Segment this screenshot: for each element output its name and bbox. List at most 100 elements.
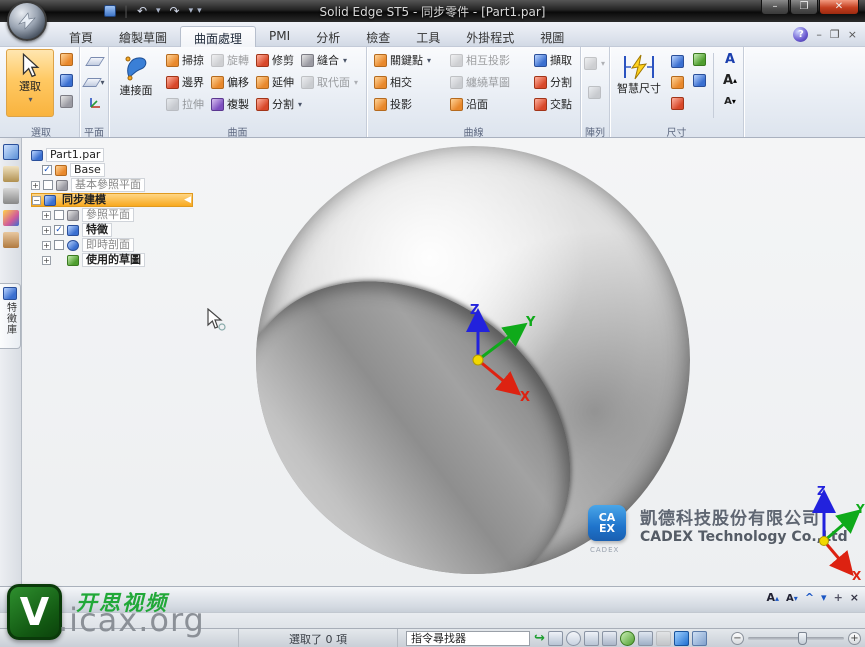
tree-item-features[interactable]: + ✓ 特徵: [42, 223, 193, 237]
dimension-style-button[interactable]: A: [720, 49, 740, 69]
fit-icon[interactable]: [583, 631, 599, 646]
zoom-out-icon[interactable]: −: [731, 632, 744, 645]
pickup-curve-button[interactable]: 擷取: [532, 51, 577, 69]
grow-prompt-text-button[interactable]: A▴: [767, 591, 780, 604]
zoom-icon[interactable]: [565, 631, 581, 646]
tab-inspect[interactable]: 分析: [303, 26, 353, 47]
tree-item-ref-planes[interactable]: + 參照平面: [42, 208, 193, 222]
select-tool-button[interactable]: 選取 ▾: [6, 49, 54, 117]
command-finder-input[interactable]: 指令尋找器: [406, 631, 530, 646]
symmetric-diameter-button[interactable]: [667, 93, 687, 113]
expand-icon[interactable]: +: [42, 210, 51, 220]
minimize-button[interactable]: –: [761, 0, 789, 15]
restore-button[interactable]: ❐: [790, 0, 818, 15]
more-planes-button[interactable]: ▾: [82, 72, 105, 92]
smart-dimension-button[interactable]: 智慧尺寸: [613, 49, 665, 117]
expand-icon[interactable]: +: [42, 225, 51, 235]
zoom-in-icon[interactable]: +: [848, 632, 861, 645]
ref-planes-checkbox[interactable]: [54, 210, 64, 220]
pan-icon[interactable]: [601, 631, 617, 646]
zoom-slider-track[interactable]: [748, 632, 844, 645]
zoom-slider-thumb[interactable]: [797, 632, 807, 645]
image-panel-icon[interactable]: [2, 210, 19, 226]
curve-on-face-button[interactable]: 沿面: [448, 95, 532, 113]
feature-library-tab[interactable]: 特徵庫: [0, 283, 21, 349]
split-surface-button[interactable]: 分割 ▾: [254, 95, 307, 113]
surfaces-panel-icon[interactable]: [2, 144, 19, 160]
tab-surfacing[interactable]: 曲面處理: [180, 26, 257, 47]
cross-curve-button[interactable]: 相互投影: [448, 51, 532, 69]
tree-item-base[interactable]: ✓ Base: [42, 163, 193, 177]
sweep-button[interactable]: 掃掠: [164, 51, 209, 69]
shrink-prompt-text-button[interactable]: A▾: [786, 591, 798, 604]
help-icon[interactable]: ?: [793, 27, 809, 42]
coordinate-system-button[interactable]: [85, 93, 105, 113]
tab-check[interactable]: 檢查: [353, 26, 403, 47]
wrap-sketch-button[interactable]: 纏繞草圖: [448, 73, 532, 91]
camera-panel-icon[interactable]: [2, 188, 19, 204]
tab-pmi[interactable]: PMI: [256, 26, 303, 47]
intersection-curve-button[interactable]: 相交: [372, 73, 448, 91]
base-ref-planes-checkbox[interactable]: [43, 180, 53, 190]
expand-icon[interactable]: +: [42, 240, 51, 250]
zoom-area-icon[interactable]: [547, 631, 563, 646]
view-overrides-icon[interactable]: [691, 631, 707, 646]
live-sections-checkbox[interactable]: [54, 240, 64, 250]
close-button[interactable]: ✕: [819, 0, 859, 15]
doc-minimize-button[interactable]: –: [816, 28, 822, 41]
select-filter-button[interactable]: [56, 70, 76, 90]
expand-icon[interactable]: +: [42, 255, 51, 265]
tree-item-synchronous[interactable]: − 同步建模 ◀: [31, 193, 193, 207]
distance-between-button[interactable]: [667, 51, 687, 71]
collapse-icon[interactable]: −: [32, 195, 41, 205]
expand-bar-button[interactable]: ▾: [821, 591, 827, 604]
select-options-button[interactable]: [56, 49, 76, 69]
shaded-view-icon[interactable]: [673, 631, 689, 646]
pin-bar-button[interactable]: +: [834, 591, 843, 604]
tab-sketching[interactable]: 繪製草圖: [106, 26, 180, 47]
expand-icon[interactable]: +: [31, 180, 40, 190]
library-panel-icon[interactable]: [2, 166, 19, 182]
bluesurf-button[interactable]: 連接面: [112, 49, 160, 117]
rotate-view-icon[interactable]: [619, 631, 635, 646]
close-bar-button[interactable]: ×: [850, 591, 859, 604]
trim-button[interactable]: 修剪: [254, 51, 299, 69]
copy-surface-button[interactable]: 複製: [209, 95, 254, 113]
revolve-button[interactable]: 旋轉: [209, 51, 254, 69]
features-checkbox[interactable]: ✓: [54, 225, 64, 235]
shrink-text-button[interactable]: A ▾: [720, 91, 740, 111]
pattern-button[interactable]: ▾: [584, 53, 606, 73]
clear-selection-button[interactable]: [56, 91, 76, 111]
mirror-button[interactable]: [586, 82, 606, 102]
offset-button[interactable]: 偏移: [209, 73, 254, 91]
command-finder-go-icon[interactable]: ↪: [534, 631, 545, 646]
project-curve-button[interactable]: 投影: [372, 95, 448, 113]
model-viewport[interactable]: Z Y X Part1.par ✓ Base + 基本參照平面 − 同步建模 ◀…: [22, 138, 865, 586]
application-menu-button[interactable]: [7, 1, 47, 41]
split-curve-button[interactable]: 分割: [532, 73, 577, 91]
stitch-button[interactable]: 縫合 ▾: [299, 51, 352, 69]
tab-home[interactable]: 首頁: [56, 26, 106, 47]
replace-face-button[interactable]: 取代面 ▾: [299, 73, 363, 91]
tab-view[interactable]: 視圖: [527, 26, 577, 47]
tree-item-live-sections[interactable]: + 即時剖面: [42, 238, 193, 252]
keypoint-curve-button[interactable]: 關鍵點 ▾: [372, 51, 448, 69]
coordinate-dimension-button[interactable]: [689, 49, 709, 69]
angle-between-button[interactable]: [667, 72, 687, 92]
options-panel-icon[interactable]: [2, 232, 19, 248]
collapse-bar-button[interactable]: ^: [805, 591, 814, 604]
intersection-point-button[interactable]: 交點: [532, 95, 577, 113]
common-views-icon[interactable]: [637, 631, 653, 646]
tree-root[interactable]: Part1.par: [31, 148, 193, 162]
base-checkbox[interactable]: ✓: [42, 165, 52, 175]
bounded-button[interactable]: 邊界: [164, 73, 209, 91]
grow-text-button[interactable]: A ▴: [720, 70, 740, 90]
tab-tools[interactable]: 工具: [403, 26, 453, 47]
tab-addins[interactable]: 外掛程式: [453, 26, 527, 47]
coincident-plane-button[interactable]: [85, 51, 105, 71]
doc-close-button[interactable]: ×: [848, 28, 857, 41]
tree-item-used-sketches[interactable]: + 使用的草圖: [42, 253, 193, 267]
zoom-slider[interactable]: − +: [731, 632, 861, 645]
sketch-view-icon[interactable]: [655, 631, 671, 646]
extend-button[interactable]: 延伸: [254, 73, 299, 91]
